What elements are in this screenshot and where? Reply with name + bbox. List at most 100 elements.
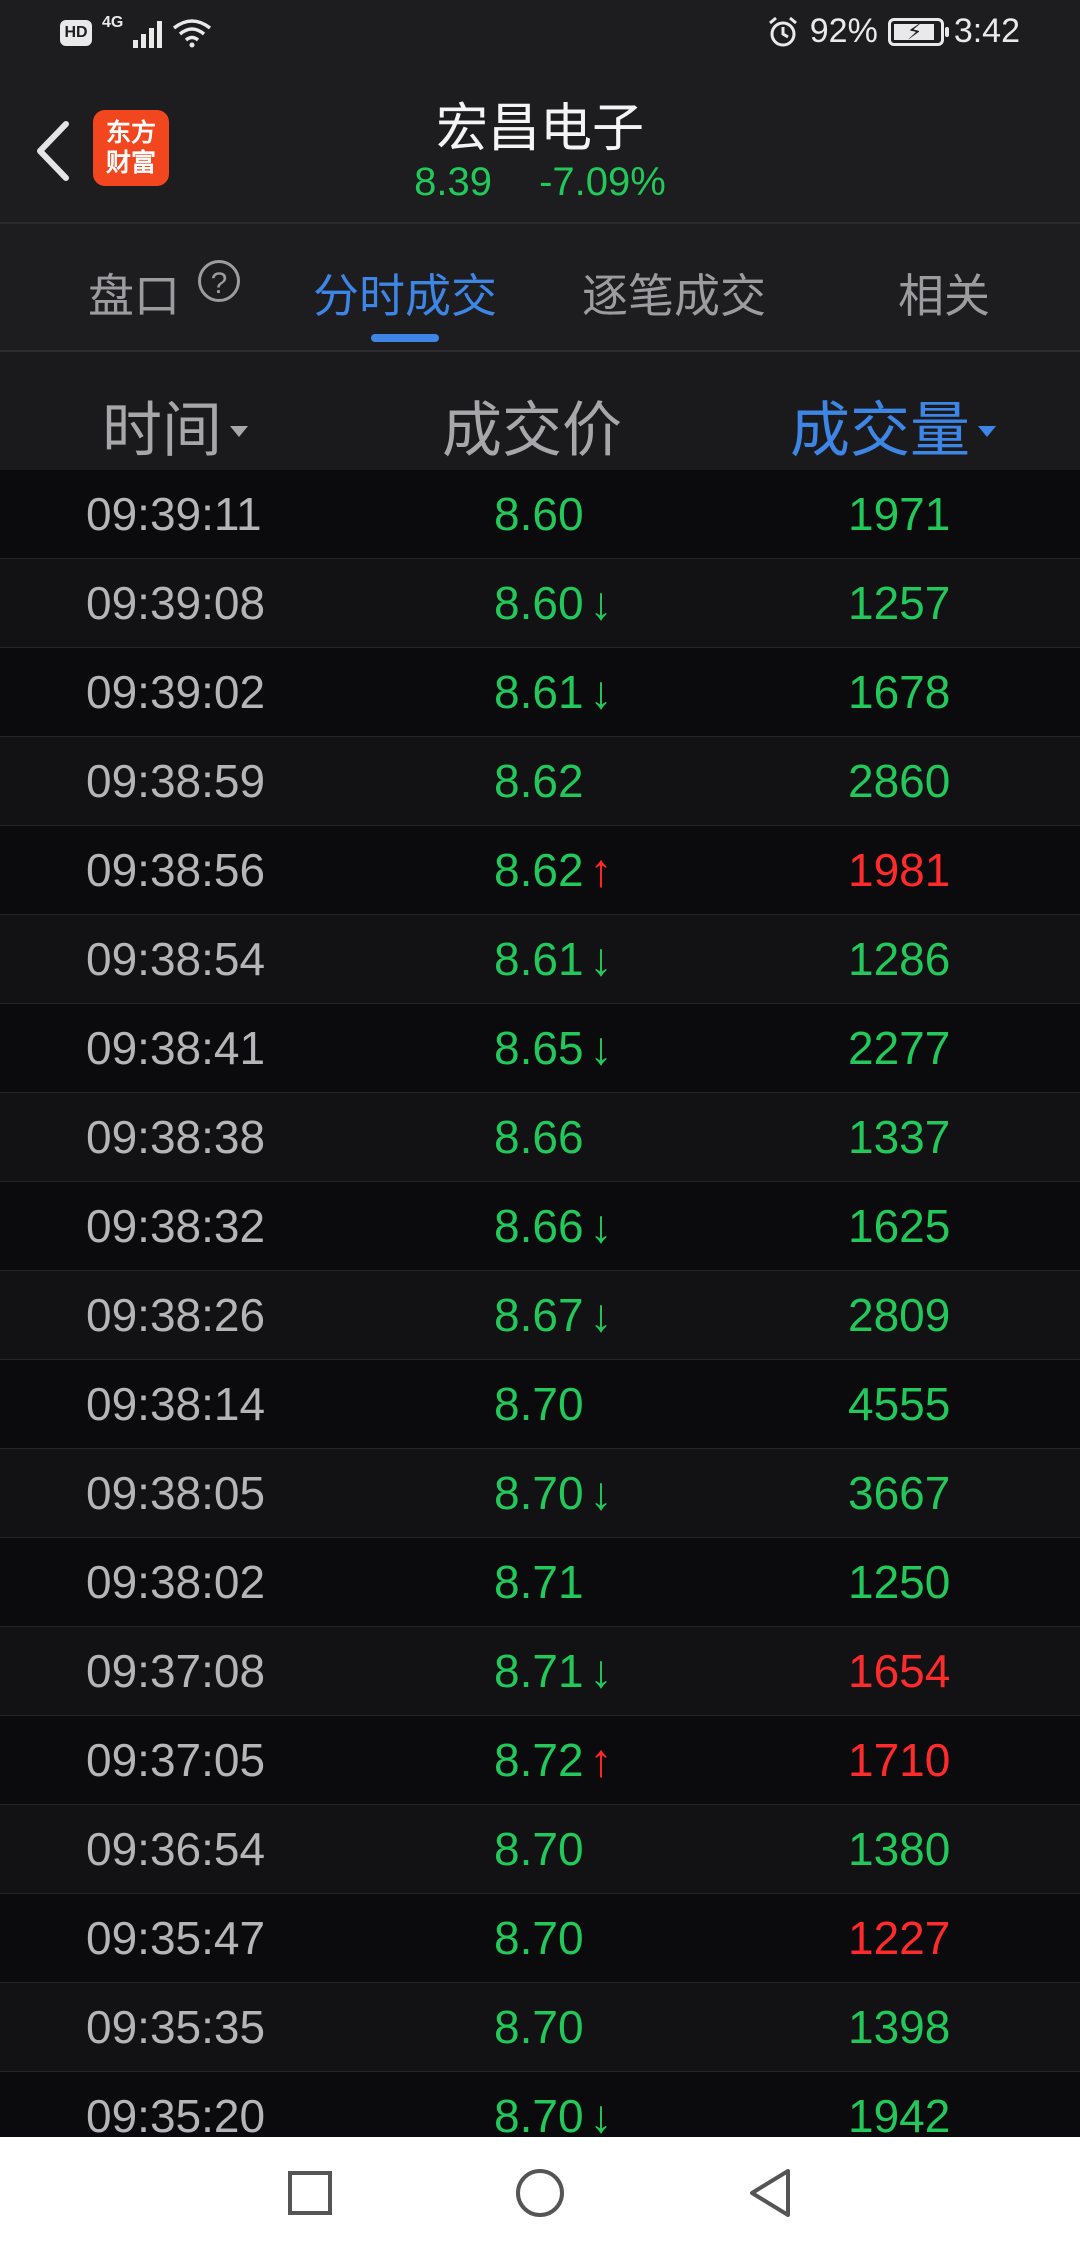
stock-name: 宏昌电子 [435,100,644,158]
trade-row: 09:35:20 8.70 ↓ 1942 [0,2072,1080,2137]
trade-price: 8.70 [494,1378,584,1430]
trade-volume: 4555 [848,1378,951,1430]
trade-row: 09:38:26 8.67 ↓ 2809 [0,1271,1080,1360]
trade-price: 8.70 ↓ [494,1467,613,1519]
signal-icon [133,18,163,48]
stock-header: 东方 财富 宏昌电子 8.39 -7.09% [0,74,1080,224]
tab-bar: 盘口? 分时成交 逐笔成交 相关 [0,224,1080,352]
stock-quote: 8.39 -7.09% [0,160,1080,205]
trade-volume: 2809 [848,1289,951,1341]
arrow-down-icon: ↓ [589,1022,613,1074]
trade-time: 09:35:35 [86,2001,266,2053]
square-icon[interactable] [282,2165,338,2221]
tab-related[interactable]: 相关 [898,260,990,326]
column-volume[interactable]: 成交量 [790,382,996,469]
trade-time: 09:35:20 [86,2090,266,2137]
triangle-left-icon[interactable] [742,2165,798,2221]
trade-time: 09:38:38 [86,1111,266,1163]
trade-price: 8.66 ↓ [494,1200,613,1252]
battery-percent: 92% [809,12,878,50]
arrow-down-icon: ↓ [589,2090,613,2137]
stock-price: 8.39 [414,160,492,204]
trade-time: 09:38:26 [86,1289,266,1341]
trade-time: 09:35:47 [86,1912,266,1964]
trade-row: 09:38:56 8.62 ↑ 1981 [0,826,1080,915]
trade-time: 09:38:56 [86,844,266,896]
trade-time: 09:37:05 [86,1734,266,1786]
trade-row: 09:38:32 8.66 ↓ 1625 [0,1182,1080,1271]
navigation-bar [0,2137,1080,2244]
trade-volume: 1971 [848,488,951,540]
trade-volume: 1625 [848,1200,951,1252]
trade-price: 8.72 ↑ [494,1734,613,1786]
trade-row: 09:35:35 8.70 1398 [0,1983,1080,2072]
trade-volume: 1380 [848,1823,951,1875]
trade-price: 8.71 ↓ [494,1645,613,1697]
alarm-icon [768,16,797,46]
trade-volume: 1257 [848,577,951,629]
trade-volume: 1337 [848,1111,951,1163]
column-time[interactable]: 时间 [102,382,248,469]
trade-row: 09:39:11 8.60 1971 [0,470,1080,559]
trade-time: 09:39:08 [86,577,266,629]
wifi-icon [173,19,212,48]
trade-time: 09:36:54 [86,1823,266,1875]
arrow-up-icon: ↑ [589,1734,613,1786]
trade-volume: 1286 [848,933,951,985]
charging-icon: ⚡ [906,18,923,44]
column-header: 时间 成交价 成交量 [0,352,1080,470]
trade-row: 09:38:05 8.70 ↓ 3667 [0,1449,1080,1538]
tab-order-book[interactable]: 盘口? [88,260,240,326]
arrow-down-icon: ↓ [589,577,613,629]
arrow-down-icon: ↓ [589,1289,613,1341]
trade-row: 09:38:59 8.62 2860 [0,737,1080,826]
trade-row: 09:38:38 8.66 1337 [0,1093,1080,1182]
trade-list[interactable]: 09:39:11 8.60 1971 09:39:08 8.60 ↓ 1257 09:39:0… [0,470,1080,2137]
tab-time-trades[interactable]: 分时成交 [313,260,497,326]
trade-price: 8.70 ↓ [494,2089,613,2137]
trade-volume: 1710 [848,1734,951,1786]
trade-row: 09:36:54 8.70 1380 [0,1805,1080,1894]
arrow-down-icon: ↓ [589,666,613,718]
trade-time: 09:38:41 [86,1022,266,1074]
trade-time: 09:38:32 [86,1200,266,1252]
trade-price: 8.67 ↓ [494,1289,613,1341]
trade-volume: 1227 [848,1912,951,1964]
arrow-down-icon: ↓ [589,1200,613,1252]
trade-row: 09:38:54 8.61 ↓ 1286 [0,915,1080,1004]
trade-price: 8.71 [494,1556,584,1608]
trade-price: 8.60 [494,488,584,540]
network-type: 4G [102,14,124,31]
trade-price: 8.60 ↓ [494,577,613,629]
trade-price: 8.62 [494,755,584,807]
clock: 3:42 [953,12,1020,50]
tab-tick-trades[interactable]: 逐笔成交 [582,260,766,326]
trade-time: 09:38:14 [86,1378,266,1430]
arrow-up-icon: ↑ [589,844,613,896]
trade-row: 09:38:02 8.71 1250 [0,1538,1080,1627]
trade-row: 09:38:41 8.65 ↓ 2277 [0,1004,1080,1093]
trade-volume: 3667 [848,1467,951,1519]
trade-time: 09:38:05 [86,1467,266,1519]
trade-volume: 1398 [848,2001,951,2053]
trade-time: 09:38:54 [86,933,266,985]
trade-volume: 1654 [848,1645,951,1697]
trade-volume: 1250 [848,1556,951,1608]
trade-price: 8.65 ↓ [494,1022,613,1074]
trade-volume: 1942 [848,2090,951,2137]
trade-time: 09:38:02 [86,1556,266,1608]
trade-price: 8.70 [494,2001,584,2053]
trade-volume: 1678 [848,666,951,718]
trade-volume: 1981 [848,844,951,896]
trade-volume: 2860 [848,755,951,807]
stock-change-percent: -7.09% [539,160,666,204]
trade-time: 09:37:08 [86,1645,266,1697]
trade-row: 09:39:02 8.61 ↓ 1678 [0,648,1080,737]
question-circle-icon[interactable]: ? [198,260,240,302]
trade-row: 09:35:47 8.70 1227 [0,1894,1080,1983]
trade-price: 8.61 ↓ [494,933,613,985]
battery-icon: ⚡ [887,17,949,46]
status-left: HD 4G [60,14,212,48]
trade-price: 8.70 [494,1823,584,1875]
circle-icon[interactable] [512,2165,568,2221]
